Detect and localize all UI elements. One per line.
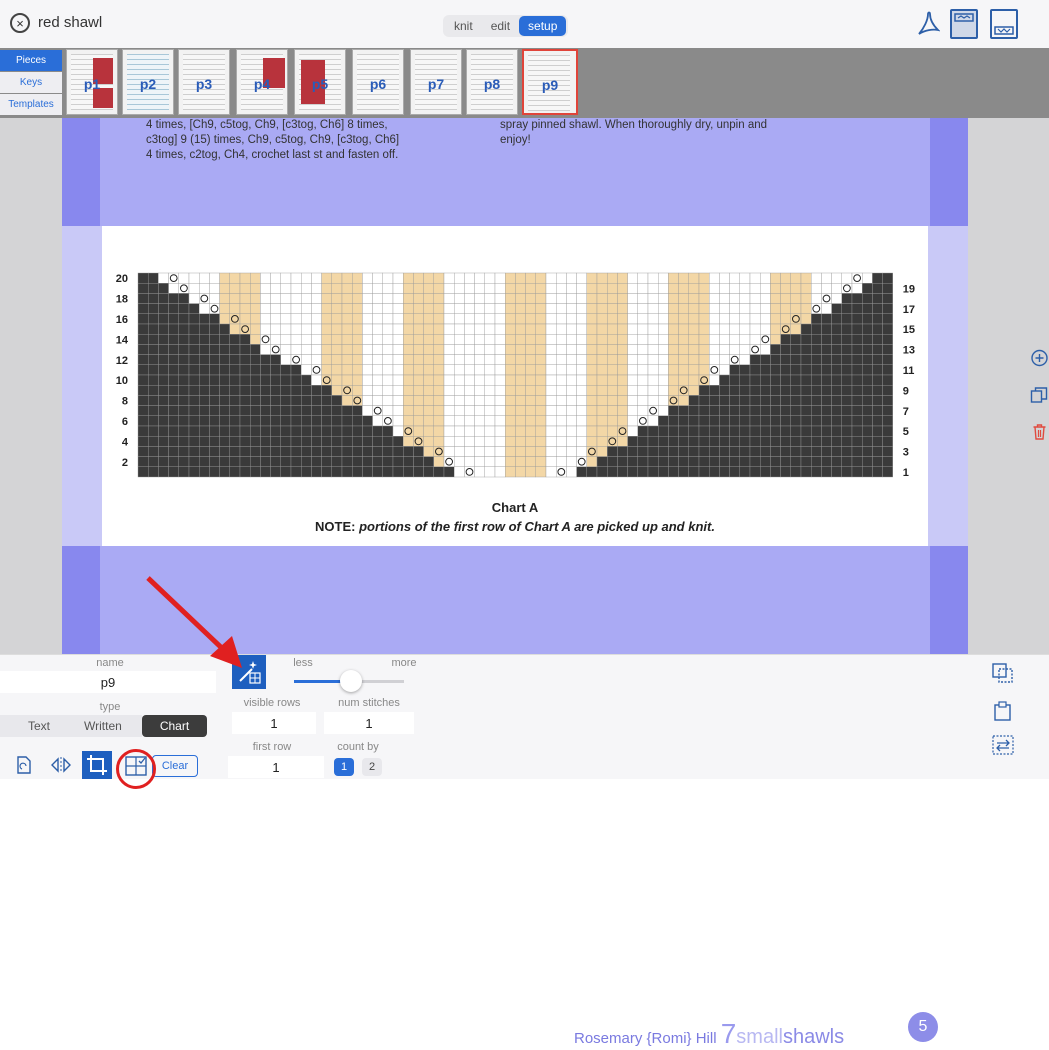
chart-row-number-right: 9	[903, 385, 909, 397]
mode-setup-tab[interactable]: setup	[519, 16, 567, 36]
piece-thumb-p8[interactable]: p8	[466, 49, 518, 115]
chart-row-number-right: 15	[903, 324, 915, 336]
copy-region-icon[interactable]	[992, 663, 1014, 683]
chart-row-number-left: 16	[116, 314, 128, 326]
chart-row-number-left: 8	[122, 396, 128, 408]
chart-row-number-left: 4	[122, 436, 129, 448]
piece-thumb-p4[interactable]: p4	[236, 49, 288, 115]
footer-brand-small: small	[736, 1026, 783, 1048]
duplicate-icon[interactable]	[1030, 386, 1049, 404]
visible-rows-label: visible rows	[243, 697, 301, 709]
pattern-text-left-2: c3tog] 9 (15) times, Ch9, c5tog, Ch9, [c…	[146, 134, 400, 146]
tab-keys[interactable]: Keys	[0, 72, 62, 93]
type-written-option[interactable]: Written	[64, 715, 142, 737]
mode-knit-tab[interactable]: knit	[445, 16, 482, 36]
chart-row-number-right: 3	[903, 447, 909, 459]
add-icon[interactable]	[1030, 349, 1049, 367]
slider-less-label: less	[293, 657, 313, 669]
chart-row-number-right: 19	[903, 283, 915, 295]
piece-thumb-p3[interactable]: p3	[178, 49, 230, 115]
piece-thumb-p7[interactable]: p7	[410, 49, 462, 115]
piece-thumb-p9[interactable]: p9	[522, 49, 578, 115]
trash-icon[interactable]	[1030, 423, 1049, 441]
knitting-chart: 20 18 16 14 12 10 8 6 4 2 19 17 15 13 11 9 7 5 3 1	[116, 272, 915, 479]
close-icon[interactable]: ×	[10, 13, 30, 33]
chart-row-number-left: 2	[122, 457, 128, 469]
top-bar: × red shawl knit edit setup	[0, 0, 1049, 49]
layout-top-icon[interactable]	[950, 9, 978, 39]
chart-row-number-right: 17	[903, 304, 915, 316]
first-row-label: first row	[252, 741, 292, 753]
chart-row-number-left: 18	[116, 294, 128, 306]
type-text-option[interactable]: Text	[0, 715, 65, 737]
num-stitches-field[interactable]: 1	[324, 712, 414, 734]
type-chart-option[interactable]: Chart	[141, 715, 208, 737]
pattern-text-right-2: enjoy!	[500, 134, 531, 146]
tab-templates[interactable]: Templates	[0, 94, 62, 115]
mode-segmented-control: knit edit setup	[443, 15, 569, 37]
chart-row-number-right: 1	[903, 467, 909, 479]
chart-row-number-right: 13	[903, 345, 915, 357]
count-by-2-button[interactable]: 2	[362, 758, 382, 776]
footer-brand: Rosemary {Romi} Hill 7smallshawls	[574, 1018, 844, 1050]
annotation-red-arrow	[146, 576, 242, 668]
chart-row-number-left: 14	[116, 334, 129, 346]
piece-thumb-p6[interactable]: p6	[352, 49, 404, 115]
tab-pieces[interactable]: Pieces	[0, 50, 62, 71]
clear-button[interactable]: Clear	[152, 755, 198, 777]
type-label: type	[99, 701, 121, 713]
swap-icon[interactable]	[992, 735, 1014, 755]
piece-thumb-p1[interactable]: p1	[66, 49, 118, 115]
piece-thumb-p5[interactable]: p5	[294, 49, 346, 115]
footer-author: Rosemary {Romi} Hill	[574, 1030, 717, 1047]
document-title: red shawl	[38, 14, 103, 31]
footer-brand-shawls: shawls	[782, 1026, 845, 1048]
detection-slider-knob[interactable]	[340, 670, 362, 692]
chart-row-number-right: 7	[903, 406, 909, 418]
type-segmented-control: Text Written Chart	[0, 715, 208, 737]
chart-row-number-left: 10	[116, 375, 128, 387]
count-by-1-button[interactable]: 1	[334, 758, 354, 776]
rotate-page-icon[interactable]	[14, 755, 36, 775]
chart-row-number-left: 12	[116, 355, 128, 367]
num-stitches-label: num stitches	[338, 697, 400, 709]
visible-rows-field[interactable]: 1	[232, 712, 316, 734]
layout-bottom-icon[interactable]	[990, 9, 1018, 39]
piece-thumb-p2[interactable]: p2	[122, 49, 174, 115]
annotation-red-circle	[116, 749, 156, 789]
chart-row-number-left: 20	[116, 273, 128, 285]
pattern-text-left-1: 4 times, [Ch9, c5tog, Ch9, [c3tog, Ch6] …	[146, 119, 388, 131]
slider-more-label: more	[391, 657, 417, 669]
count-by-label: count by	[337, 741, 379, 753]
chart-row-number-left: 6	[122, 416, 128, 428]
footer-badge: 5	[908, 1012, 938, 1042]
pattern-text-left-3: 4 times, c2tog, Ch4, crochet last st and…	[146, 149, 399, 161]
chart-row-number-right: 5	[903, 426, 909, 438]
first-row-field[interactable]: 1	[228, 756, 324, 778]
crop-icon[interactable]	[82, 751, 112, 779]
text-highlight-region: 4 times, [Ch9, c5tog, Ch9, [c3tog, Ch6] …	[62, 118, 968, 226]
pattern-text-right-1: spray pinned shawl. When thoroughly dry,…	[500, 119, 768, 131]
paste-icon[interactable]	[992, 701, 1014, 721]
chart-row-number-right: 11	[903, 365, 915, 377]
pieces-strip: Pieces Keys Templates p1 p2 p3 p4 p5 p6 …	[0, 48, 1049, 118]
footer-brand-number: 7	[720, 1018, 737, 1049]
flip-icon[interactable]	[50, 755, 72, 775]
pdf-icon[interactable]	[916, 10, 940, 38]
mode-edit-tab[interactable]: edit	[482, 16, 519, 36]
